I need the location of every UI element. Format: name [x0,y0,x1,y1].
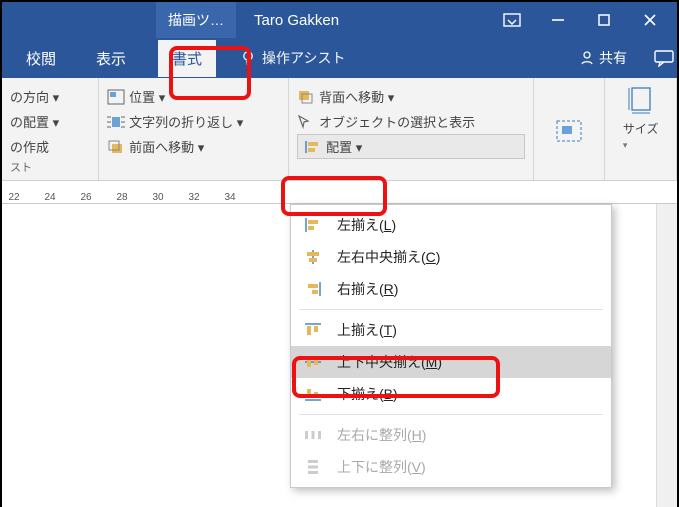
distribute-h-icon [303,426,323,444]
align-right[interactable]: 右揃え(R) [291,273,611,305]
tell-me[interactable]: 操作アシスト [240,48,345,68]
title-bar: 描画ツ… Taro Gakken [2,2,677,38]
tell-me-label: 操作アシスト [262,48,345,68]
align-middle-v[interactable]: 上下中央揃え(M) [291,346,611,378]
menu-label: 上下に整列(V) [337,457,426,477]
align-left-icon [303,216,323,234]
align-bottom-icon [303,385,323,403]
align-left[interactable]: 左揃え(L) [291,209,611,241]
create-link[interactable]: の作成 [10,134,90,159]
menu-label: 左揃え(L) [337,215,396,235]
tab-review[interactable]: 校閲 [18,42,64,75]
menu-label: 左右に整列(H) [337,425,426,445]
ruler-tick: 22 [8,192,20,203]
size-icon[interactable] [626,84,656,118]
share-button[interactable]: 共有 [579,48,627,68]
user-name: Taro Gakken [254,12,339,29]
send-backward-icon [297,89,315,105]
bring-forward-button[interactable]: 前面へ移動 ▾ [107,134,280,159]
align-middle-v-icon [303,353,323,371]
menu-label: 右揃え(R) [337,279,398,299]
tab-format[interactable]: 書式 [158,40,216,77]
comments-icon[interactable] [651,47,677,69]
minimize-icon[interactable] [535,2,581,38]
menu-separator [299,309,603,310]
position-icon [107,89,125,105]
share-label: 共有 [599,48,627,68]
text-alignment[interactable]: の配置 ▾ [10,109,90,134]
selection-pane-button[interactable]: オブジェクトの選択と表示 [297,109,525,134]
tab-view[interactable]: 表示 [88,42,134,75]
ruler-tick: 26 [80,192,92,203]
vertical-scrollbar[interactable] [656,204,677,507]
ribbon-options-icon[interactable] [489,2,535,38]
group-label-1: スト [10,159,90,175]
position-button[interactable]: 位置 ▾ [107,84,280,109]
align-bottom[interactable]: 下揃え(B) [291,378,611,410]
distribute-v-icon [303,458,323,476]
align-right-icon [303,280,323,298]
align-top-icon [303,321,323,339]
menu-label: 左右中央揃え(C) [337,247,440,267]
ribbon-group-arrange2: 背面へ移動 ▾ オブジェクトの選択と表示 配置 ▾ [289,78,534,180]
wrap-text-button[interactable]: 文字列の折り返し ▾ [107,109,280,134]
menu-label: 上下中央揃え(M) [337,352,442,372]
menu-separator [299,414,603,415]
distribute-v: 上下に整列(V) [291,451,611,483]
align-icon [304,139,322,155]
align-center-h[interactable]: 左右中央揃え(C) [291,241,611,273]
menu-label: 上揃え(T) [337,320,397,340]
bring-forward-icon [107,139,125,155]
send-backward-button[interactable]: 背面へ移動 ▾ [297,84,525,109]
align-menu: 左揃え(L) 左右中央揃え(C) 右揃え(R) 上揃え(T) 上下中央揃え(M)… [290,204,612,488]
ribbon-group-select [534,78,606,180]
align-top[interactable]: 上揃え(T) [291,314,611,346]
ruler-tick: 32 [188,192,200,203]
lightbulb-icon [240,50,256,66]
size-label[interactable]: サイズ▾ [623,120,659,151]
ruler-tick: 24 [44,192,56,203]
ribbon-group-size: サイズ▾ [605,78,677,180]
close-icon[interactable] [627,2,673,38]
selection-pane-icon [297,114,315,130]
ribbon-group-arrange1: 位置 ▾ 文字列の折り返し ▾ 前面へ移動 ▾ [99,78,289,180]
ruler-tick: 30 [152,192,164,203]
ribbon-group-1: の方向 ▾ の配置 ▾ の作成 スト [2,78,99,180]
wrap-icon [107,114,125,130]
text-direction[interactable]: の方向 ▾ [10,84,90,109]
select-objects-icon[interactable] [554,118,584,144]
share-person-icon [579,50,595,66]
maximize-icon[interactable] [581,2,627,38]
ruler-tick: 34 [224,192,236,203]
ribbon-tabs: 校閲 表示 書式 操作アシスト 共有 [2,38,677,78]
ruler-tick: 28 [116,192,128,203]
contextual-tab-drawing: 描画ツ… [156,2,236,38]
align-button[interactable]: 配置 ▾ [297,134,525,159]
ruler: 22 24 26 28 30 32 34 [2,181,677,204]
ribbon: の方向 ▾ の配置 ▾ の作成 スト 位置 ▾ 文字列の折り返し ▾ 前面へ移動… [2,78,677,181]
distribute-h: 左右に整列(H) [291,419,611,451]
menu-label: 下揃え(B) [337,384,398,404]
align-center-h-icon [303,248,323,266]
